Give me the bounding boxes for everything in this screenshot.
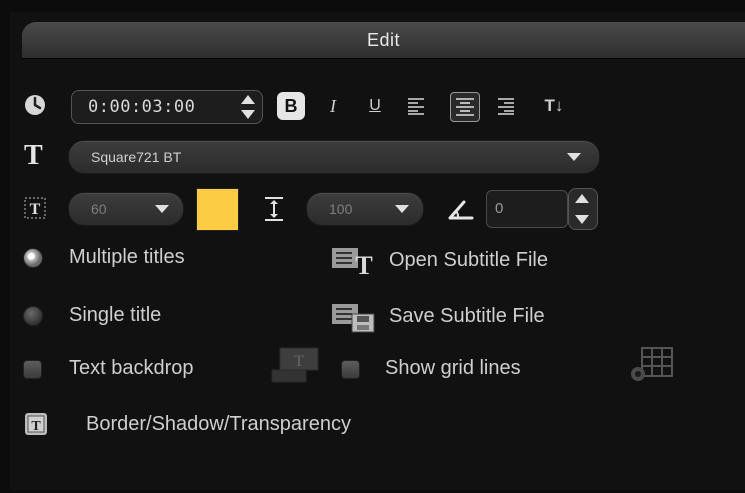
line-spacing-icon bbox=[262, 196, 286, 222]
text-backdrop-label: Text backdrop bbox=[69, 357, 194, 379]
grid-settings-icon[interactable] bbox=[628, 346, 676, 384]
duration-value: 0:00:03:00 bbox=[88, 97, 196, 117]
font-dropdown[interactable]: Square721 BT bbox=[68, 140, 600, 174]
line-spacing-value: 100 bbox=[329, 201, 353, 217]
font-icon: T bbox=[24, 140, 43, 171]
border-shadow-icon[interactable]: T bbox=[24, 412, 48, 436]
chevron-down-icon bbox=[567, 153, 581, 161]
align-right-icon bbox=[498, 98, 514, 115]
save-subtitle-button[interactable]: Save Subtitle File bbox=[389, 305, 545, 328]
underline-button[interactable]: U bbox=[361, 92, 389, 120]
align-center-icon bbox=[456, 98, 474, 116]
duration-spinner[interactable] bbox=[240, 93, 256, 121]
svg-text:T: T bbox=[31, 419, 41, 434]
italic-button[interactable]: I bbox=[319, 92, 347, 120]
bold-button[interactable]: B bbox=[277, 92, 305, 120]
line-spacing-dropdown[interactable]: 100 bbox=[306, 192, 424, 226]
text-backdrop-checkbox[interactable] bbox=[23, 360, 42, 379]
backdrop-settings-icon[interactable]: T bbox=[270, 344, 322, 384]
text-color-swatch[interactable] bbox=[196, 188, 239, 231]
spin-up-icon[interactable] bbox=[241, 95, 255, 104]
multiple-titles-label: Multiple titles bbox=[69, 246, 185, 268]
rotation-angle-icon bbox=[448, 198, 474, 220]
rotation-input[interactable]: 0 bbox=[486, 190, 568, 228]
show-grid-label: Show grid lines bbox=[385, 357, 521, 379]
chevron-down-icon bbox=[155, 205, 169, 213]
svg-text:T: T bbox=[355, 251, 372, 276]
edit-tab-title: Edit bbox=[366, 30, 401, 50]
multiple-titles-radio[interactable] bbox=[23, 248, 43, 268]
rotation-spinner[interactable] bbox=[568, 188, 598, 230]
align-center-button[interactable] bbox=[450, 92, 480, 122]
font-name: Square721 BT bbox=[91, 149, 182, 165]
single-title-label: Single title bbox=[69, 304, 162, 326]
svg-text:T: T bbox=[30, 201, 41, 218]
single-title-radio[interactable] bbox=[23, 306, 43, 326]
font-size-dropdown[interactable]: 60 bbox=[68, 192, 184, 226]
save-subtitle-icon[interactable] bbox=[330, 302, 378, 334]
align-left-icon bbox=[408, 98, 424, 115]
border-shadow-button[interactable]: Border/Shadow/Transparency bbox=[86, 413, 351, 436]
spin-up-icon[interactable] bbox=[575, 194, 589, 203]
chevron-down-icon bbox=[395, 205, 409, 213]
font-size-icon: T bbox=[24, 197, 46, 219]
open-subtitle-button[interactable]: Open Subtitle File bbox=[389, 249, 548, 272]
rotation-value: 0 bbox=[495, 200, 504, 217]
spin-down-icon[interactable] bbox=[241, 110, 255, 119]
font-size-value: 60 bbox=[91, 201, 107, 217]
svg-text:T: T bbox=[294, 353, 304, 370]
edit-tab[interactable]: Edit bbox=[22, 22, 745, 59]
clock-icon bbox=[24, 94, 46, 116]
open-subtitle-icon[interactable]: T bbox=[330, 246, 378, 276]
text-direction-button[interactable]: T↓ bbox=[537, 92, 571, 120]
show-grid-checkbox[interactable] bbox=[341, 360, 360, 379]
align-right-button[interactable] bbox=[496, 96, 516, 116]
duration-field[interactable]: 0:00:03:00 bbox=[71, 90, 263, 124]
align-left-button[interactable] bbox=[406, 96, 426, 116]
spin-down-icon[interactable] bbox=[575, 215, 589, 224]
